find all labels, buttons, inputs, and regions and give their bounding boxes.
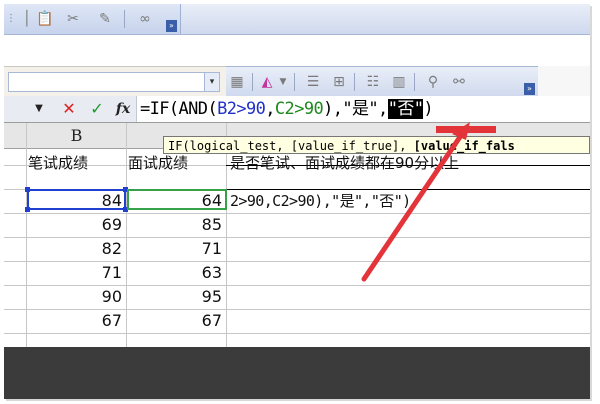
- font-combo[interactable]: ▾: [8, 72, 220, 92]
- toolbar-options-chevron[interactable]: »: [166, 20, 177, 32]
- formula-part: =IF(AND(: [140, 99, 218, 119]
- formula-input[interactable]: =IF(AND(B2>90,C2>90),"是","否"): [140, 98, 434, 120]
- corner-header[interactable]: [4, 123, 26, 149]
- function-tooltip: IF(logical_test, [value_if_true], [value…: [163, 136, 590, 154]
- rows-icon[interactable]: ☰: [304, 73, 322, 91]
- formula-part: ): [423, 99, 433, 119]
- insert-function-button[interactable]: fx: [114, 99, 132, 119]
- cell-b6[interactable]: 90: [27, 285, 126, 309]
- toolbar-separator: [124, 10, 125, 28]
- cell-c3[interactable]: 85: [127, 213, 226, 237]
- toolbar-separator: [252, 73, 253, 91]
- cell-selection-b2: [27, 189, 126, 210]
- list-icon[interactable]: ☷: [364, 73, 382, 91]
- grid-line: [4, 333, 590, 334]
- cell-c7[interactable]: 67: [127, 309, 226, 333]
- confirm-icon[interactable]: ✓: [88, 99, 106, 119]
- link-icon[interactable]: ∞: [136, 10, 154, 28]
- grid-line: [226, 123, 227, 347]
- toolbar-options-chevron[interactable]: »: [524, 83, 535, 95]
- cell-style-icon[interactable]: ▦: [228, 73, 246, 91]
- columns-icon[interactable]: ▥: [390, 73, 408, 91]
- paste-icon[interactable]: 📋: [36, 10, 54, 28]
- formula-ref-b2: B2>90: [217, 99, 266, 119]
- tool-b-icon[interactable]: ⚯: [450, 73, 468, 91]
- formula-ref-c2: C2>90: [274, 99, 324, 119]
- name-box-dropdown-icon[interactable]: ▼: [32, 99, 46, 119]
- formula-part: ),"是",: [323, 99, 388, 119]
- formula-bar-buttons: ▼ ✕ ✓ fx: [4, 96, 137, 122]
- selection-handle[interactable]: [25, 207, 30, 212]
- cell-d2[interactable]: 2>90,C2>90),"是","否"): [230, 189, 590, 213]
- toolbar-right-area: ▦ ◭ ▼ ☰ ⊞ ☷ ▥ ⚲ ⚯ »: [226, 66, 538, 98]
- grid-icon[interactable]: ⊞: [330, 73, 348, 91]
- reference-highlight-c2: [127, 189, 227, 210]
- formula-part: ,: [265, 99, 275, 119]
- formula-selected-text: "否": [387, 99, 424, 119]
- tool-a-icon[interactable]: ⚲: [424, 73, 442, 91]
- edit-icon[interactable]: ✎: [96, 10, 114, 28]
- highlight-underline: [436, 126, 496, 133]
- cell-b7[interactable]: 67: [27, 309, 126, 333]
- cell-b4[interactable]: 82: [27, 237, 126, 261]
- cell-c4[interactable]: 71: [127, 237, 226, 261]
- toolbar-panel: ⋮ │ 📋 ✂ ✎ ∞ »: [4, 4, 181, 34]
- standard-toolbar: ⋮ │ 📋 ✂ ✎ ∞ »: [4, 4, 590, 35]
- cell-c5[interactable]: 63: [127, 261, 226, 285]
- selection-handle[interactable]: [25, 187, 30, 192]
- font-combo-dropdown-icon[interactable]: ▾: [204, 73, 219, 91]
- toolbar-left-area: ▾: [4, 66, 226, 98]
- screenshot-frame: ⋮ │ 📋 ✂ ✎ ∞ » ▾ ▦ ◭ ▼ ☰ ⊞ ☷ ▥ ⚲ ⚯ » ▼ ✕ …: [0, 0, 600, 404]
- separator-icon: │: [22, 11, 32, 27]
- toolbar-grip-icon[interactable]: ⋮: [6, 12, 16, 26]
- tooltip-signature: IF(logical_test, [value_if_true],: [168, 139, 407, 153]
- toolbar-separator: [294, 73, 295, 91]
- toolbar-separator: [414, 73, 415, 91]
- chart-dropdown-icon[interactable]: ▼: [274, 73, 292, 91]
- cell-c1[interactable]: 面试成绩: [128, 151, 226, 175]
- tooltip-current-arg: [value_if_fals: [406, 139, 515, 153]
- cell-c6[interactable]: 95: [127, 285, 226, 309]
- toolbar-separator: [354, 73, 355, 91]
- cell-b3[interactable]: 69: [27, 213, 126, 237]
- formula-bar: ▼ ✕ ✓ fx =IF(AND(B2>90,C2>90),"是","否"): [4, 96, 590, 123]
- bottom-dark-area: [4, 347, 590, 399]
- cancel-icon[interactable]: ✕: [60, 99, 78, 119]
- cell-b1[interactable]: 笔试成绩: [28, 151, 126, 175]
- excel-window: ⋮ │ 📋 ✂ ✎ ∞ » ▾ ▦ ◭ ▼ ☰ ⊞ ☷ ▥ ⚲ ⚯ » ▼ ✕ …: [4, 4, 590, 399]
- toolbar-empty-area: [538, 66, 590, 96]
- tools-icon[interactable]: ✂: [64, 10, 82, 28]
- cell-d1[interactable]: 是否笔试、面试成绩都在90分以上: [230, 151, 590, 175]
- column-header-b[interactable]: B: [27, 123, 126, 149]
- cell-b5[interactable]: 71: [27, 261, 126, 285]
- spreadsheet-grid: B 笔试成绩 面试成绩 是否笔试、面试成绩都在90分以上 84 64 2>90,…: [4, 123, 590, 347]
- formatting-toolbar: ▾ ▦ ◭ ▼ ☰ ⊞ ☷ ▥ ⚲ ⚯ »: [4, 66, 590, 98]
